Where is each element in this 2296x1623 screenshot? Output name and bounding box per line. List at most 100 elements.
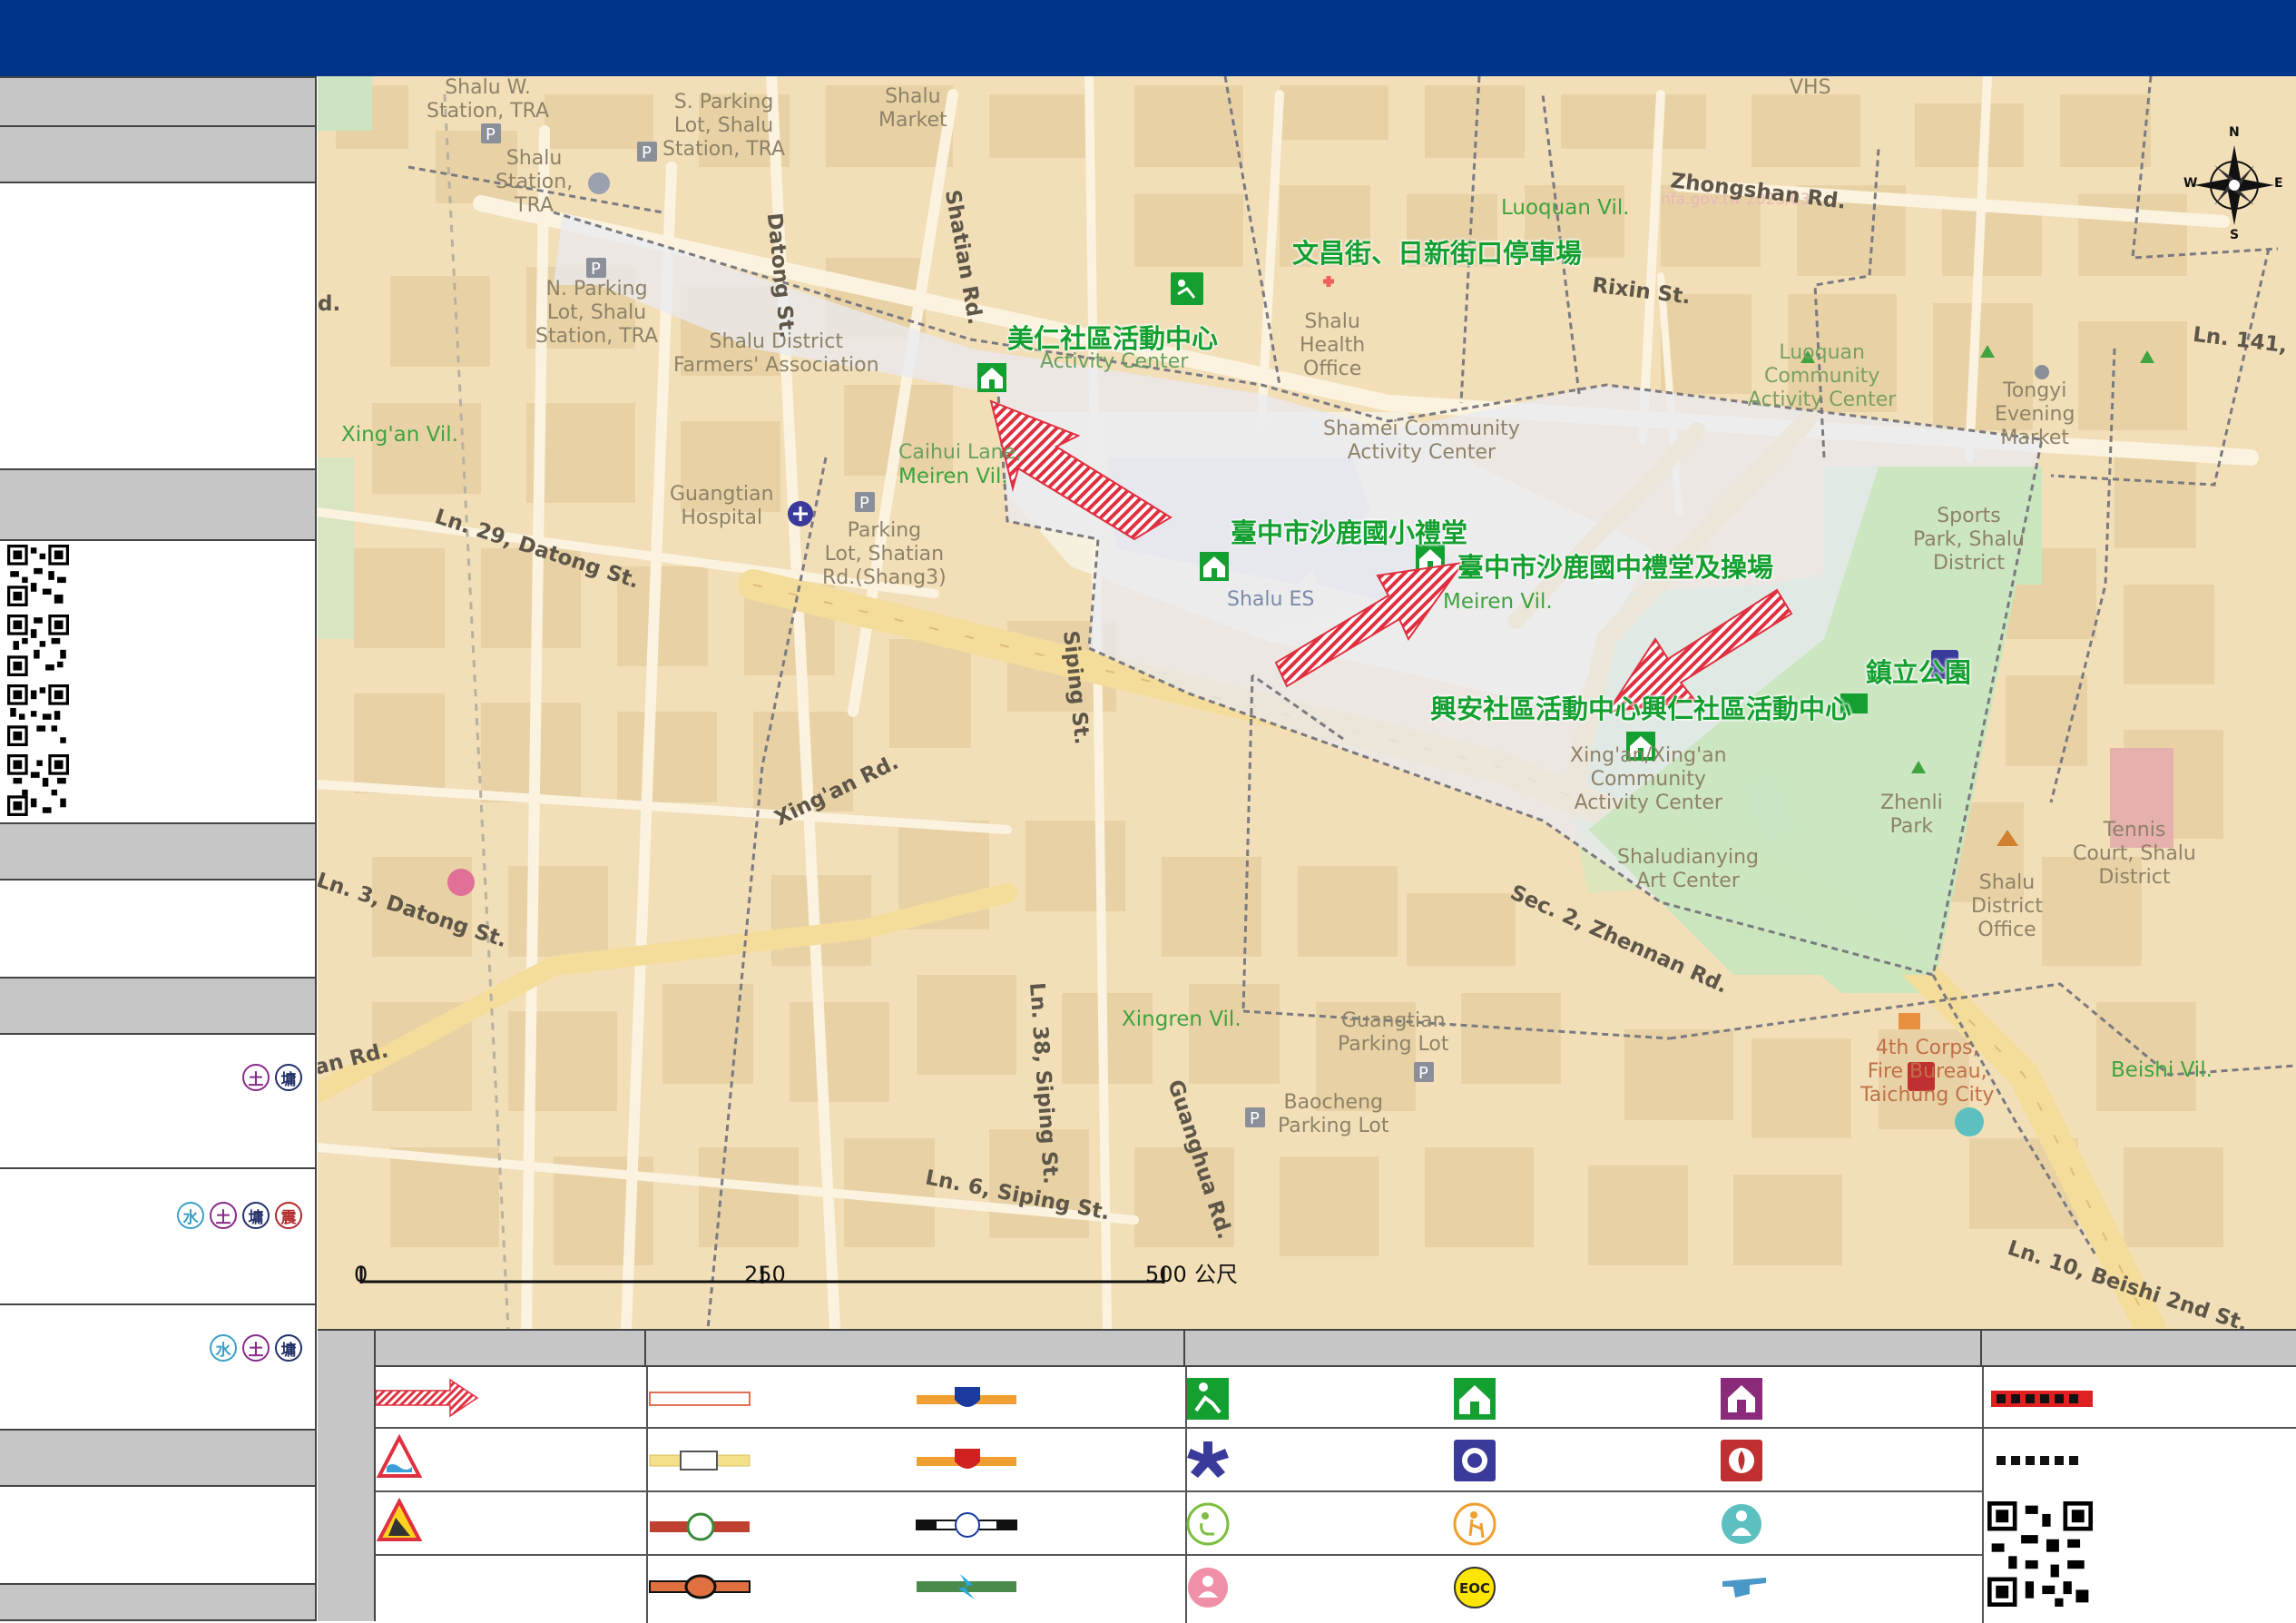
medical-icon [1187, 1441, 1229, 1478]
road-outline-icon [649, 1392, 751, 1406]
qr-code-3[interactable] [7, 684, 69, 746]
shelter-label[interactable]: 文昌街、日新街口停車場 [1292, 238, 1582, 269]
flood-hazard-icon: 水 [177, 1202, 204, 1229]
sidebar-divider [0, 1167, 315, 1169]
legend-panel: EOC [318, 1329, 2296, 1623]
place-label: VHS [1790, 76, 1831, 99]
sidebar-header-5 [0, 1429, 315, 1487]
police-station-icon [1454, 1440, 1496, 1481]
map-panel[interactable]: P P P P P P N S E W Shalu W. Station, TR… [318, 76, 2296, 1329]
flood-hazard-icon: 水 [210, 1334, 237, 1362]
place-label: Guangtian Hospital [670, 483, 774, 529]
railway-icon [916, 1512, 1017, 1538]
scale-tick-label: 500 [1145, 1262, 1187, 1287]
place-label: Guangtian Parking Lot [1338, 1009, 1449, 1056]
place-label: Parking Lot, Shatian Rd.(Shang3) [822, 519, 947, 589]
place-label: Shalu Market [878, 85, 947, 132]
place-label: Shalu ES [1227, 588, 1315, 611]
shelter-label[interactable]: 臺中市沙鹿國小禮堂 [1231, 517, 1467, 548]
flood-warning-icon [376, 1434, 423, 1478]
road-yellow-icon [649, 1451, 751, 1471]
earthquake-hazard-icon: 震 [275, 1202, 302, 1229]
landslide-hazard-icon: 墉 [275, 1334, 302, 1362]
compass-n: N [2229, 125, 2240, 140]
provincial-road-icon [650, 1512, 750, 1541]
legend-header-1 [376, 1331, 646, 1367]
place-label: Caihui Lane, [898, 441, 1023, 464]
sidebar-header-3 [0, 822, 315, 880]
place-label: Tongyi Evening Market [1995, 379, 2075, 449]
svg-text:EOC: EOC [1459, 1580, 1490, 1597]
landslide-hazard-icon: 墉 [242, 1202, 270, 1229]
place-label: N. Parking Lot, Shalu Station, TRA [535, 278, 659, 348]
district-boundary-icon [1991, 1391, 2093, 1407]
fire-station-icon [1721, 1440, 1762, 1481]
village-label: Xingren Vil. [1122, 1008, 1241, 1031]
accessible-facility-icon [1186, 1502, 1230, 1546]
svg-text:P: P [486, 125, 496, 144]
compass-e: E [2274, 176, 2283, 191]
place-label: Shaludianying Art Center [1617, 846, 1759, 892]
hazard-badges-row-1: 土 墉 [242, 1064, 302, 1091]
compass-rose [2194, 145, 2274, 225]
place-label: Shalu Station, TRA [496, 147, 574, 217]
evacuation-arrow-icon [376, 1378, 479, 1418]
evacuation-site-icon [1187, 1378, 1229, 1420]
helicopter-landing-icon [1722, 1578, 1766, 1598]
qr-code-1[interactable] [7, 545, 69, 606]
title-bar [0, 0, 2296, 76]
sidebar-header-1 [0, 76, 315, 127]
place-label: 4th Corps, Fire Bureau, Taichung City [1860, 1037, 1995, 1107]
shelter-label[interactable]: 臺中市沙鹿國中禮堂及操場 [1457, 552, 1773, 583]
qr-code-4[interactable] [7, 754, 69, 816]
place-label: Sports Park, Shalu District [1913, 505, 2025, 575]
soil-hazard-icon: 土 [242, 1064, 270, 1091]
svg-text:P: P [1250, 1109, 1260, 1128]
hazard-badges-row-2: 水 土 墉 震 [177, 1202, 302, 1229]
sidebar-header-4 [0, 977, 315, 1035]
landslide-warning-icon [376, 1498, 423, 1541]
place-label: Shalu District Office [1971, 871, 2044, 941]
village-label: Meiren Vil. [898, 465, 1008, 488]
village-label: Luoquan Vil. [1501, 196, 1630, 220]
compass-w: W [2183, 176, 2198, 191]
place-label: Xing'an/Xing'an Community Activity Cente… [1570, 744, 1727, 814]
place-label: Baocheng Parking Lot [1278, 1091, 1389, 1137]
village-boundary-icon [1997, 1456, 2078, 1465]
scale-unit-label: 公尺 [1194, 1262, 1238, 1287]
welfare-institution-icon [1722, 1504, 1761, 1544]
svg-text:P: P [1418, 1064, 1428, 1083]
expressway-icon [649, 1574, 751, 1599]
place-label: Shalu W. Station, TRA [427, 76, 550, 123]
place-label: Shalu Health Office [1300, 310, 1366, 380]
community-center-icon [1721, 1378, 1762, 1420]
qr-code-legend[interactable] [1987, 1501, 2093, 1607]
highway-red-icon [917, 1449, 1016, 1469]
highway-blue-icon [917, 1387, 1016, 1407]
shelter-building-icon [1454, 1378, 1496, 1420]
legend-header-3 [1185, 1331, 1982, 1367]
legend-header-2 [646, 1331, 1185, 1367]
shelter-label[interactable]: 興安社區活動中心興仁社區活動中心 [1430, 693, 1851, 724]
svg-text:P: P [859, 494, 869, 513]
village-label: Xing'an Vil. [341, 423, 458, 447]
scale-tick-label: 0 [354, 1262, 368, 1287]
soil-hazard-icon: 土 [210, 1202, 237, 1229]
landslide-hazard-icon: 墉 [275, 1064, 302, 1091]
soil-hazard-icon: 土 [242, 1334, 270, 1362]
shelter-label[interactable]: 鎮立公園 [1866, 657, 1971, 688]
sidebar-header-qr [0, 468, 315, 541]
village-label: Beishi Vil. [2111, 1058, 2213, 1082]
svg-text:P: P [642, 143, 652, 162]
sidebar-divider [0, 1303, 315, 1305]
place-label: Luoquan Community Activity Center [1748, 341, 1897, 411]
qr-code-2[interactable] [7, 615, 69, 676]
sidebar-header-2 [0, 125, 315, 183]
shelter-label[interactable]: 美仁社區活動中心 [1007, 323, 1218, 354]
place-label: Tennis Court, Shalu District [2073, 819, 2196, 889]
legend-side-header [318, 1331, 376, 1621]
scale-tick-label: 250 [744, 1262, 786, 1287]
elderly-care-icon [1453, 1502, 1496, 1546]
road-label: d. [318, 292, 341, 316]
child-welfare-icon [1188, 1568, 1228, 1608]
